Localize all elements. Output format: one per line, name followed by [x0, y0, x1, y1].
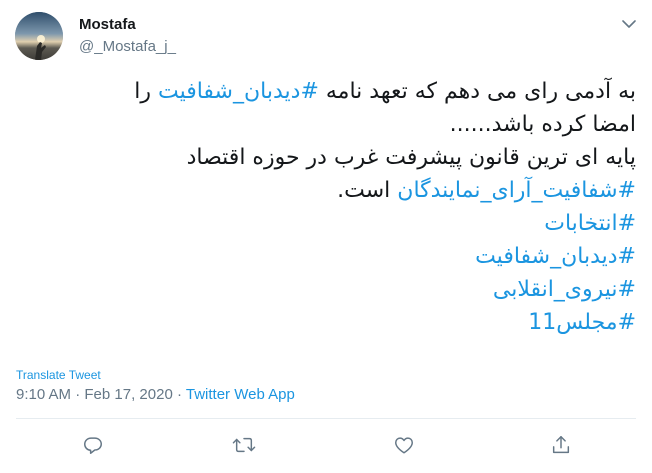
- tweet-text-segment: را: [134, 79, 158, 104]
- tweet-card: Mostafa @_Mostafa_j_ به آدمی رای می دهم …: [0, 0, 652, 473]
- translate-tweet-link[interactable]: Translate Tweet: [16, 368, 101, 382]
- tweet-text-line: امضا کرده باشد......: [16, 108, 636, 141]
- tweet-text-segment: به آدمی رای می دهم که تعهد نامه: [318, 79, 636, 104]
- hashtag-link[interactable]: #شفافیت_آرای_نمایندگان: [397, 178, 636, 203]
- like-icon: [395, 437, 413, 454]
- divider: [16, 418, 636, 419]
- tweet-date[interactable]: Feb 17, 2020: [84, 386, 172, 403]
- hashtag-link[interactable]: #نیروی_انقلابی: [493, 277, 636, 302]
- share-icon: [552, 436, 570, 454]
- tweet-text-segment: پایه ای ترین قانون پیشرفت غرب در حوزه اق…: [186, 145, 636, 170]
- hashtag-link[interactable]: #انتخابات: [544, 211, 636, 236]
- meta-separator: ·: [75, 386, 81, 403]
- retweet-button[interactable]: [231, 432, 257, 458]
- meta-separator: ·: [176, 386, 182, 403]
- tweet-text: به آدمی رای می دهم که تعهد نامه #دیدبان_…: [16, 75, 636, 339]
- tweet-text-line: پایه ای ترین قانون پیشرفت غرب در حوزه اق…: [16, 141, 636, 174]
- share-button[interactable]: [548, 432, 574, 458]
- tweet-source-link[interactable]: Twitter Web App: [186, 386, 295, 403]
- tweet-text-line: #شفافیت_آرای_نمایندگان است.: [16, 174, 636, 207]
- tweet-time[interactable]: 9:10 AM: [16, 386, 71, 403]
- tweet-text-segment: است.: [337, 178, 398, 203]
- tweet-text-line: #دیدبان_شفافیت: [16, 240, 636, 273]
- tweet-text-line: #نیروی_انقلابی: [16, 273, 636, 306]
- reply-button[interactable]: [80, 432, 106, 458]
- tweet-text-line: #مجلس11: [16, 306, 636, 339]
- avatar[interactable]: [15, 12, 63, 60]
- tweet-metadata: 9:10 AM · Feb 17, 2020 · Twitter Web App: [16, 386, 295, 403]
- reply-icon: [84, 437, 102, 454]
- avatar-image: [15, 12, 63, 60]
- retweet-icon: [232, 437, 256, 453]
- more-options-button[interactable]: [617, 14, 641, 34]
- author-handle[interactable]: @_Mostafa_j_: [79, 38, 176, 55]
- hashtag-link[interactable]: #مجلس11: [528, 310, 636, 335]
- author-display-name[interactable]: Mostafa: [79, 16, 136, 33]
- like-button[interactable]: [391, 432, 417, 458]
- tweet-text-segment: امضا کرده باشد......: [449, 112, 636, 137]
- tweet-text-line: به آدمی رای می دهم که تعهد نامه #دیدبان_…: [16, 75, 636, 108]
- tweet-text-line: #انتخابات: [16, 207, 636, 240]
- hashtag-link[interactable]: #دیدبان_شفافیت: [475, 244, 636, 269]
- chevron-down-icon: [622, 20, 636, 28]
- hashtag-link[interactable]: #دیدبان_شفافیت: [158, 79, 319, 104]
